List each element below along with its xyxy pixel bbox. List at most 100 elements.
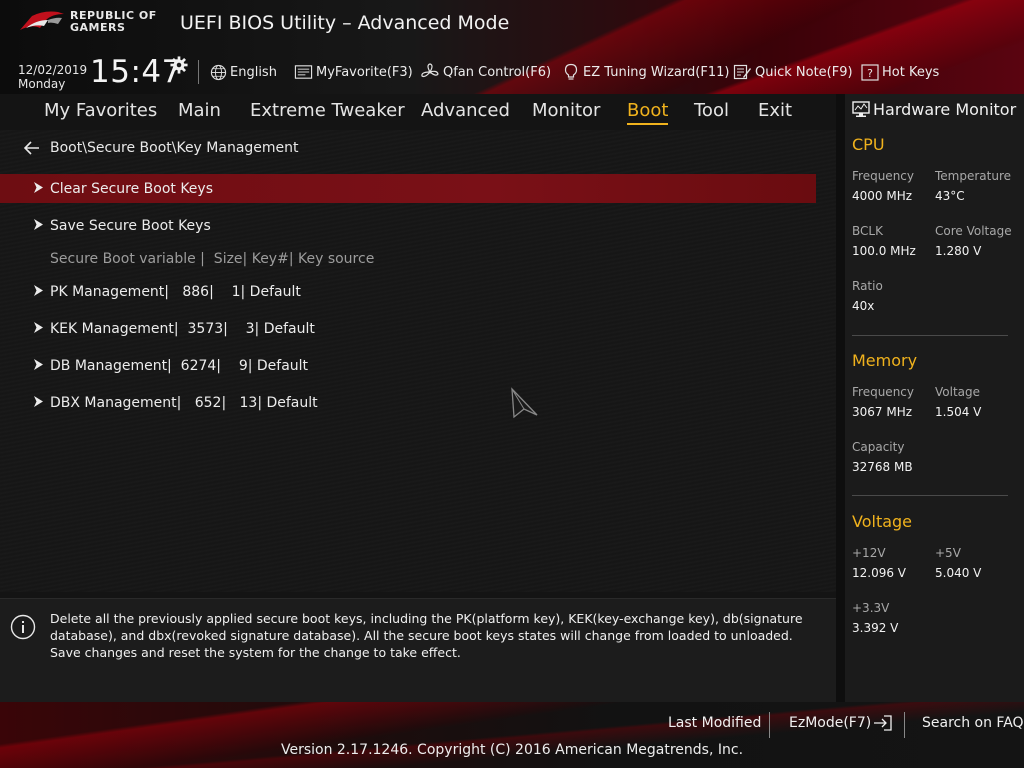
myfavorite-label: MyFavorite(F3): [316, 64, 413, 80]
brand-name: REPUBLIC OF GAMERS: [70, 10, 157, 34]
tab-monitor[interactable]: Monitor: [532, 100, 600, 121]
monitor-icon: [852, 101, 870, 117]
voltage-section-title: Voltage: [852, 512, 913, 531]
cpu-section-title: CPU: [852, 135, 885, 154]
exit-to-ezmode-icon: [874, 715, 892, 731]
breadcrumb[interactable]: Boot\Secure Boot\Key Management: [24, 140, 299, 156]
tab-main[interactable]: Main: [178, 100, 221, 121]
tab-exit[interactable]: Exit: [758, 100, 792, 121]
language-button[interactable]: English: [210, 62, 277, 82]
header-bar: REPUBLIC OF GAMERS UEFI BIOS Utility – A…: [0, 0, 1024, 94]
memory-voltage-label: Voltage: [935, 385, 981, 399]
submenu-arrow-icon: [34, 322, 43, 333]
submenu-arrow-icon: [34, 219, 43, 230]
copyright-text: Version 2.17.1246. Copyright (C) 2016 Am…: [280, 742, 744, 758]
save-secure-boot-keys-item[interactable]: Save Secure Boot Keys: [0, 211, 816, 240]
help-icon: ?: [861, 63, 879, 81]
note-edit-icon: [733, 64, 751, 80]
rog-eye-icon: [20, 11, 64, 30]
svg-text:?: ?: [867, 67, 873, 80]
mouse-cursor-icon: [511, 387, 538, 419]
info-icon: [10, 614, 36, 640]
item-label: PK Management| 886| 1| Default: [50, 283, 301, 300]
item-label: DBX Management| 652| 13| Default: [50, 394, 318, 411]
ezmode-button[interactable]: EzMode(F7): [789, 715, 893, 731]
help-description-bar: Delete all the previously applied secure…: [0, 598, 836, 702]
core-voltage-value: 1.280 V: [935, 244, 982, 258]
footer-divider: [904, 712, 905, 738]
v33-label: +3.3V: [852, 601, 890, 615]
kek-management-item[interactable]: KEK Management| 3573| 3| Default: [0, 314, 816, 343]
submenu-arrow-icon: [34, 396, 43, 407]
tab-my-favorites[interactable]: My Favorites: [44, 100, 157, 121]
header-divider: [198, 60, 199, 84]
tab-extreme-tweaker[interactable]: Extreme Tweaker: [250, 100, 405, 121]
cpu-temperature-value: 43°C: [935, 189, 965, 203]
fan-icon: [421, 63, 439, 78]
globe-icon: [210, 64, 227, 80]
hardware-monitor-panel: Hardware Monitor CPU Frequency Temperatu…: [845, 94, 1024, 702]
ezmode-label: EzMode(F7): [789, 715, 872, 731]
clear-secure-boot-keys-item[interactable]: Clear Secure Boot Keys: [0, 174, 816, 203]
v33-value: 3.392 V: [852, 621, 899, 635]
section-divider: [852, 335, 1008, 336]
tab-boot[interactable]: Boot: [627, 100, 669, 125]
main-nav: My Favorites Main Extreme Tweaker Advanc…: [0, 96, 836, 126]
search-on-faq-button[interactable]: Search on FAQ: [922, 715, 1024, 731]
submenu-arrow-icon: [34, 285, 43, 296]
hot-keys-button[interactable]: ? Hot Keys: [861, 62, 939, 82]
bclk-label: BCLK: [852, 224, 883, 238]
memory-voltage-value: 1.504 V: [935, 405, 982, 419]
qfan-control-button[interactable]: Qfan Control(F6): [420, 62, 551, 82]
back-arrow-icon[interactable]: [24, 141, 40, 155]
footer-bar: Last Modified EzMode(F7) Search on FAQ V…: [0, 702, 1024, 768]
clock-time[interactable]: 15:47: [90, 54, 182, 90]
date-display: 12/02/2019 Monday: [18, 63, 87, 91]
ez-tuning-wizard-label: EZ Tuning Wizard(F11): [583, 64, 730, 80]
gear-icon[interactable]: [170, 56, 188, 74]
hardware-monitor-title: Hardware Monitor: [852, 100, 1016, 119]
pk-management-item[interactable]: PK Management| 886| 1| Default: [0, 277, 816, 306]
app-title: UEFI BIOS Utility – Advanced Mode: [180, 12, 510, 34]
hardware-monitor-label: Hardware Monitor: [873, 100, 1017, 119]
brand-line-2: GAMERS: [70, 21, 126, 34]
tab-advanced[interactable]: Advanced: [421, 100, 510, 121]
cpu-temperature-label: Temperature: [935, 169, 1012, 183]
item-label: KEK Management| 3573| 3| Default: [50, 320, 315, 337]
footer-divider: [769, 712, 770, 738]
memory-frequency-label: Frequency: [852, 385, 914, 399]
item-label: Save Secure Boot Keys: [50, 217, 211, 234]
quick-note-button[interactable]: Quick Note(F9): [733, 62, 853, 82]
panel-divider: [836, 94, 845, 702]
myfavorite-button[interactable]: MyFavorite(F3): [294, 62, 413, 82]
last-modified-button[interactable]: Last Modified: [668, 715, 761, 731]
memory-capacity-value: 32768 MB: [852, 460, 913, 474]
item-label: DB Management| 6274| 9| Default: [50, 357, 309, 374]
key-table-header: Secure Boot variable | Size| Key#| Key s…: [50, 251, 375, 267]
v5-value: 5.040 V: [935, 566, 982, 580]
breadcrumb-path: Boot\Secure Boot\Key Management: [50, 140, 299, 156]
memory-section-title: Memory: [852, 351, 918, 370]
db-management-item[interactable]: DB Management| 6274| 9| Default: [0, 351, 816, 380]
v12-label: +12V: [852, 546, 886, 560]
rog-logo: REPUBLIC OF GAMERS: [18, 8, 168, 38]
memory-frequency-value: 3067 MHz: [852, 405, 913, 419]
section-divider: [852, 495, 1008, 496]
favorite-list-icon: [294, 65, 313, 79]
memory-capacity-label: Capacity: [852, 440, 905, 454]
bclk-value: 100.0 MHz: [852, 244, 916, 258]
submenu-arrow-icon: [34, 359, 43, 370]
core-voltage-label: Core Voltage: [935, 224, 1012, 238]
lightbulb-icon: [564, 63, 578, 80]
cpu-frequency-value: 4000 MHz: [852, 189, 913, 203]
date-text: 12/02/2019: [18, 63, 88, 77]
cpu-frequency-label: Frequency: [852, 169, 914, 183]
dbx-management-item[interactable]: DBX Management| 652| 13| Default: [0, 388, 816, 417]
qfan-control-label: Qfan Control(F6): [443, 64, 552, 80]
v12-value: 12.096 V: [852, 566, 907, 580]
language-label: English: [230, 64, 277, 80]
ez-tuning-wizard-button[interactable]: EZ Tuning Wizard(F11): [562, 62, 729, 82]
tab-tool[interactable]: Tool: [694, 100, 729, 121]
quick-note-label: Quick Note(F9): [755, 64, 853, 80]
v5-label: +5V: [935, 546, 961, 560]
